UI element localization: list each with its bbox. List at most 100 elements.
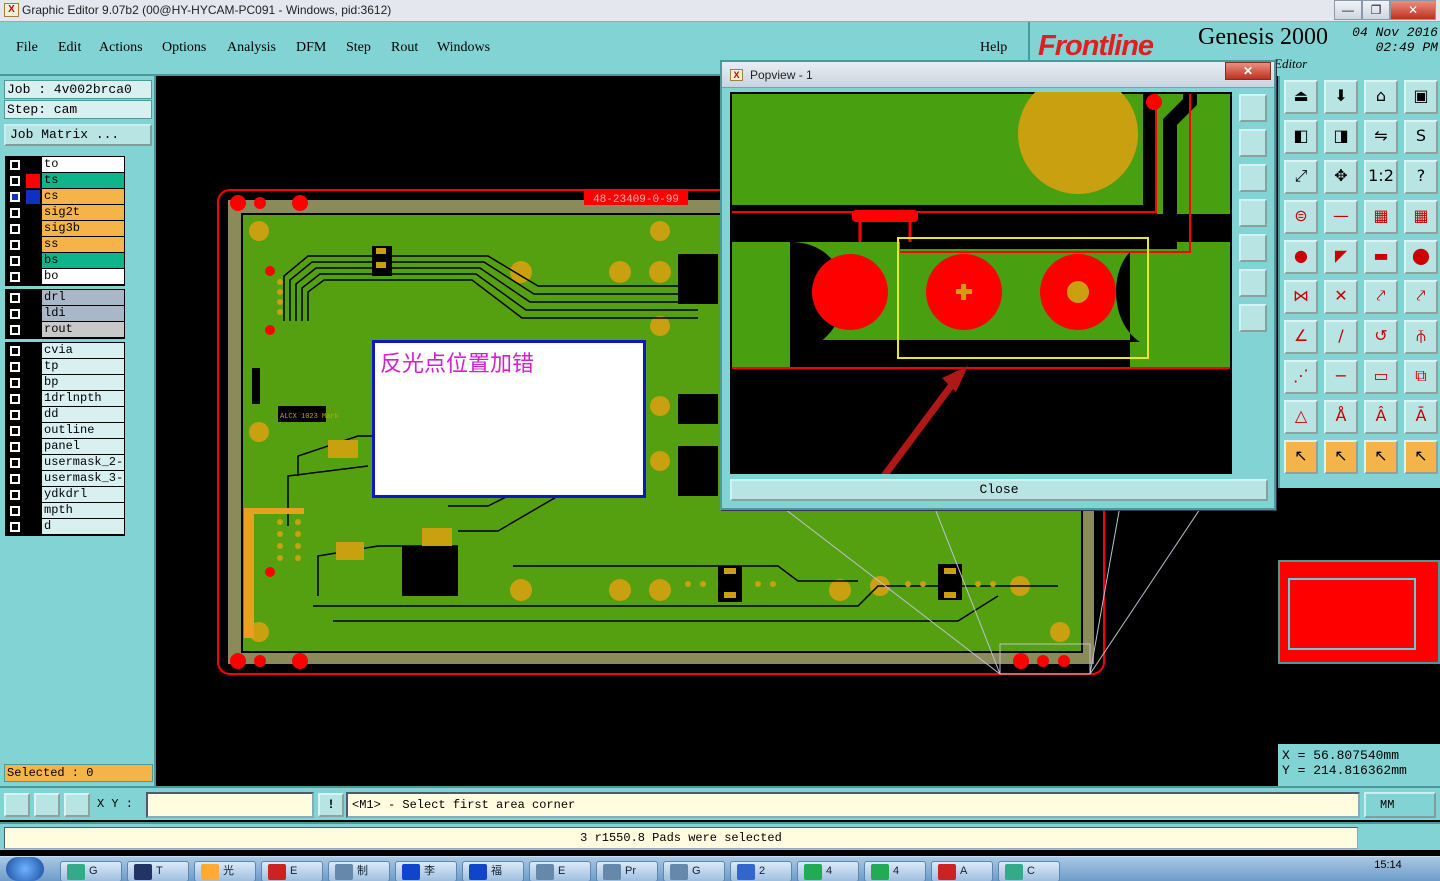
layer-name[interactable]: bo xyxy=(42,269,124,284)
mini-map[interactable] xyxy=(1278,560,1440,664)
layer-name[interactable]: to xyxy=(42,157,124,172)
pad-icon[interactable]: ● xyxy=(1284,240,1318,274)
units-selector[interactable]: MM xyxy=(1364,792,1436,818)
taskbar-item[interactable]: 4 xyxy=(797,861,859,881)
layer-color-swatch[interactable] xyxy=(26,392,40,406)
layer-name[interactable]: ss xyxy=(42,237,124,252)
layer-checkbox[interactable] xyxy=(10,442,20,452)
popview-zoom-in-button[interactable] xyxy=(1239,129,1267,157)
layer-color-swatch[interactable] xyxy=(26,408,40,422)
taskbar-item[interactable]: 4 xyxy=(864,861,926,881)
menu-file[interactable]: File xyxy=(16,40,38,56)
menu-windows[interactable]: Windows xyxy=(437,40,490,56)
layer-row-cvia[interactable]: cvia xyxy=(6,343,124,359)
snap-right-icon[interactable]: ◨ xyxy=(1324,120,1358,154)
grid-button[interactable] xyxy=(64,793,90,817)
taskbar-item[interactable]: E xyxy=(261,861,323,881)
layer-color-swatch[interactable] xyxy=(26,254,40,268)
profile-icon[interactable]: ◤ xyxy=(1324,240,1358,274)
layer-checkbox[interactable] xyxy=(10,272,20,282)
taskbar-item[interactable]: 制 xyxy=(328,861,390,881)
menu-edit[interactable]: Edit xyxy=(58,40,81,56)
route-icon[interactable]: ⤤ xyxy=(1364,280,1398,314)
layer-name[interactable]: sig2t xyxy=(42,205,124,220)
ruler-icon[interactable]: ▬ xyxy=(1364,240,1398,274)
layer-checkbox[interactable] xyxy=(10,224,20,234)
layer-name[interactable]: drl xyxy=(42,290,124,305)
layer-name[interactable]: bs xyxy=(42,253,124,268)
layer-name[interactable]: tp xyxy=(42,359,124,374)
layer-row-d[interactable]: d xyxy=(6,519,124,535)
taskbar-item[interactable]: C xyxy=(998,861,1060,881)
box-icon[interactable]: ▭ xyxy=(1364,360,1398,394)
menu-step[interactable]: Step xyxy=(346,40,371,56)
layer-checkbox[interactable] xyxy=(10,474,20,484)
layer-row-ss[interactable]: ss xyxy=(6,237,124,253)
taskbar-item[interactable]: A xyxy=(931,861,993,881)
layer-color-swatch[interactable] xyxy=(26,307,40,321)
layer-row-rout[interactable]: rout xyxy=(6,322,124,338)
layer-checkbox[interactable] xyxy=(10,309,20,319)
mini-map-viewport[interactable] xyxy=(1288,578,1416,650)
layer-color-swatch[interactable] xyxy=(26,158,40,172)
taskbar-item[interactable]: G xyxy=(663,861,725,881)
taskbar-item[interactable]: 福 xyxy=(462,861,524,881)
copy-icon[interactable]: ⧉ xyxy=(1404,360,1438,394)
close-button[interactable]: ✕ xyxy=(1390,0,1436,20)
circle-icon[interactable]: ⬤ xyxy=(1404,240,1438,274)
popview-pan-left-button[interactable] xyxy=(1239,199,1267,227)
layer-row-usermask_3-[interactable]: usermask_3- xyxy=(6,471,124,487)
layer-name[interactable]: panel xyxy=(42,439,124,454)
layer-color-swatch[interactable] xyxy=(26,520,40,534)
layer-name[interactable]: ydkdrl xyxy=(42,487,124,502)
net-icon[interactable]: ⋈ xyxy=(1284,280,1318,314)
layer-name[interactable]: mpth xyxy=(42,503,124,518)
layer-checkbox[interactable] xyxy=(10,293,20,303)
warning-icon[interactable]: ! xyxy=(318,793,344,817)
grid-red-icon[interactable]: ▦ xyxy=(1364,200,1398,234)
step-up-icon[interactable]: ⏏ xyxy=(1284,80,1318,114)
popview-zoom-out-button[interactable] xyxy=(1239,164,1267,192)
layer-checkbox[interactable] xyxy=(10,506,20,516)
triangle-icon[interactable]: △ xyxy=(1284,400,1318,434)
step-down-icon[interactable]: ⬇ xyxy=(1324,80,1358,114)
layer-name[interactable]: ts xyxy=(42,173,124,188)
menu-rout[interactable]: Rout xyxy=(391,40,418,56)
layer-row-to[interactable]: to xyxy=(6,157,124,173)
layer-name[interactable]: bp xyxy=(42,375,124,390)
menu-dfm[interactable]: DFM xyxy=(296,40,326,56)
layer-color-swatch[interactable] xyxy=(26,360,40,374)
layer-row-drl[interactable]: drl xyxy=(6,290,124,306)
layer-color-swatch[interactable] xyxy=(26,174,40,188)
job-matrix-button[interactable]: Job Matrix ... xyxy=(4,124,152,146)
layer-color-swatch[interactable] xyxy=(26,456,40,470)
layer-row-cs[interactable]: cs xyxy=(6,189,124,205)
layer-row-dd[interactable]: dd xyxy=(6,407,124,423)
layer-color-swatch[interactable] xyxy=(26,344,40,358)
fit-all-icon[interactable]: ⤢ xyxy=(1284,160,1318,194)
layer-row-panel[interactable]: panel xyxy=(6,439,124,455)
layer-color-swatch[interactable] xyxy=(26,206,40,220)
menu-help[interactable]: Help xyxy=(980,40,1007,56)
fork-icon[interactable]: ⫚ xyxy=(1404,320,1438,354)
cross-icon[interactable]: ✕ xyxy=(1324,280,1358,314)
popview-pan-right-button[interactable] xyxy=(1239,234,1267,262)
layer-row-mpth[interactable]: mpth xyxy=(6,503,124,519)
layer-row-sig2t[interactable]: sig2t xyxy=(6,205,124,221)
layer-color-swatch[interactable] xyxy=(26,323,40,337)
layer-name[interactable]: usermask_3- xyxy=(42,471,124,486)
layer-color-swatch[interactable] xyxy=(26,270,40,284)
popview-zoom-view[interactable] xyxy=(730,92,1232,474)
layer-row-1drlnpth[interactable]: 1drlnpth xyxy=(6,391,124,407)
grid-red2-icon[interactable]: ▦ xyxy=(1404,200,1438,234)
layer-checkbox[interactable] xyxy=(10,394,20,404)
layer-color-swatch[interactable] xyxy=(26,424,40,438)
layer-name[interactable]: 1drlnpth xyxy=(42,391,124,406)
layer-row-bs[interactable]: bs xyxy=(6,253,124,269)
taskbar-item[interactable]: G xyxy=(60,861,122,881)
layer-name[interactable]: cvia xyxy=(42,343,124,358)
layer-checkbox[interactable] xyxy=(10,160,20,170)
layer-name[interactable]: dd xyxy=(42,407,124,422)
taskbar-item[interactable]: 李 xyxy=(395,861,457,881)
flip-icon[interactable]: ⇋ xyxy=(1364,120,1398,154)
